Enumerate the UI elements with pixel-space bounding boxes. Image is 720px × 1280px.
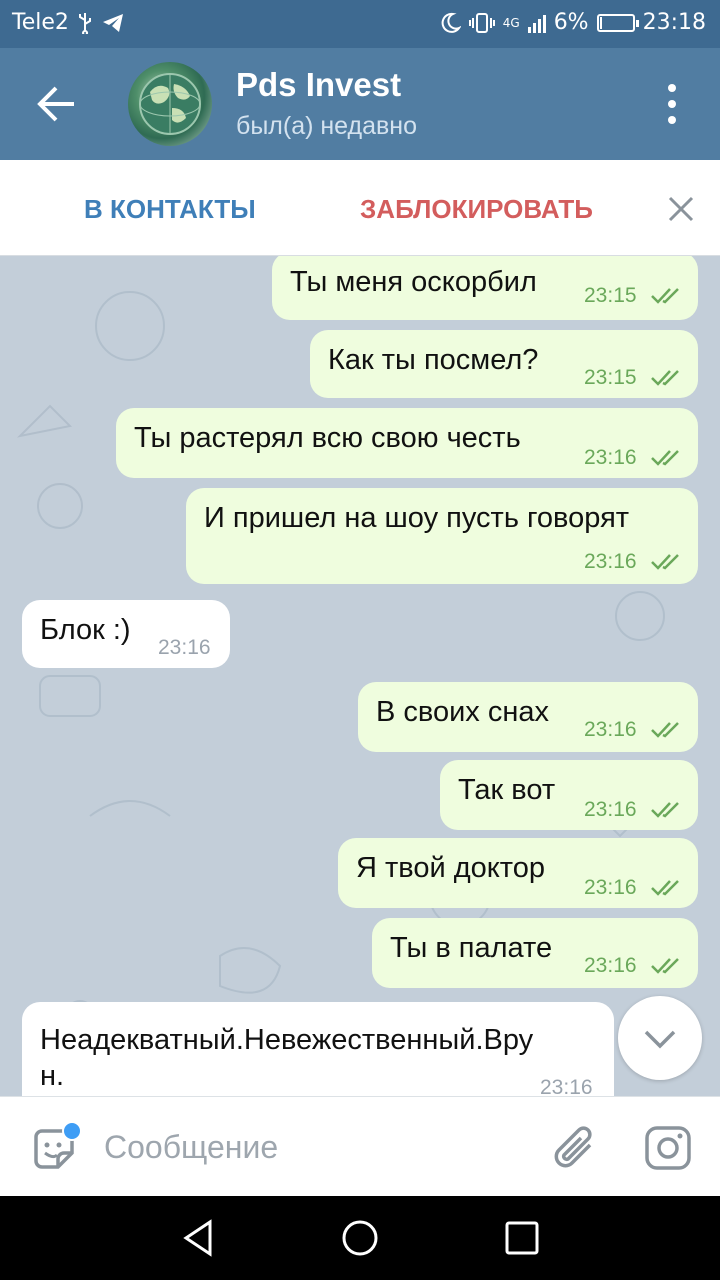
message-bubble[interactable]: Ты растерял всю свою честь 23:16 [116, 408, 698, 478]
clock: 23:18 [642, 10, 706, 35]
message-bubble[interactable]: В своих снах 23:16 [358, 682, 698, 752]
nav-recents-icon[interactable] [502, 1218, 542, 1258]
message-time: 23:16 [584, 550, 637, 573]
chat-area[interactable]: Ты меня оскорбил 23:15 Как ты посмел? 23… [0, 256, 720, 1096]
message-text: И пришел на шоу пусть говорят [204, 502, 630, 534]
status-left: Tele2 [12, 10, 125, 35]
message-bubble[interactable]: Ты в палате 23:16 [372, 918, 698, 988]
carrier-label: Tele2 [12, 10, 69, 35]
chat-status: был(а) недавно [236, 112, 418, 140]
message-time: 23:16 [584, 798, 637, 821]
message-bubble[interactable]: Так вот 23:16 [440, 760, 698, 830]
chevron-down-icon [644, 1030, 676, 1049]
battery-icon [596, 13, 639, 32]
message-bubble[interactable]: Блок :) 23:16 [22, 600, 230, 668]
attach-icon[interactable] [552, 1123, 600, 1173]
message-time: 23:16 [158, 636, 211, 659]
double-check-icon [651, 880, 679, 896]
nav-home-icon[interactable] [340, 1218, 380, 1258]
moon-icon [441, 12, 461, 33]
message-bubble[interactable]: Неадекватный.Невежественный.Вру н. 23:16 [22, 1002, 614, 1096]
telegram-icon [102, 13, 123, 32]
add-contact-button[interactable]: В КОНТАКТЫ [84, 194, 256, 225]
usb-icon [78, 12, 91, 34]
status-right: 4G 6% 23:18 [439, 10, 706, 35]
message-text: Ты меня оскорбил [290, 266, 537, 298]
vibrate-icon [468, 12, 495, 33]
message-bubble[interactable]: Я твой доктор 23:16 [338, 838, 698, 908]
network-label: 4G [502, 15, 520, 30]
camera-icon[interactable] [644, 1125, 692, 1171]
message-time: 23:15 [584, 284, 637, 307]
message-text: Блок :) [40, 614, 131, 646]
signal-icon [527, 13, 546, 33]
double-check-icon [651, 288, 679, 304]
close-icon[interactable] [664, 192, 698, 226]
block-button[interactable]: ЗАБЛОКИРОВАТЬ [360, 194, 593, 225]
message-time: 23:16 [584, 718, 637, 741]
message-time: 23:16 [540, 1076, 593, 1096]
double-check-icon [651, 370, 679, 386]
message-bubble[interactable]: Как ты посмел? 23:15 [310, 330, 698, 398]
double-check-icon [651, 802, 679, 818]
message-time: 23:16 [584, 876, 637, 899]
message-bubble[interactable]: Ты меня оскорбил 23:15 [272, 256, 698, 320]
double-check-icon [651, 450, 679, 466]
message-text-line-1: Неадекватный.Невежественный.Вру [40, 1024, 534, 1056]
status-bar: Tele2 4G 6% 23:18 [0, 0, 720, 48]
message-text: Так вот [458, 774, 556, 806]
chat-title[interactable]: Pds Invest [236, 66, 401, 104]
message-time: 23:16 [584, 954, 637, 977]
double-check-icon [651, 554, 679, 570]
scroll-down-button[interactable] [618, 996, 702, 1080]
more-vert-icon[interactable] [660, 84, 684, 124]
message-text: В своих снах [376, 696, 550, 728]
message-text: Ты растерял всю свою честь [134, 422, 521, 454]
message-text: Я твой доктор [356, 852, 546, 884]
double-check-icon [651, 958, 679, 974]
message-text-line-2: н. [40, 1060, 65, 1092]
message-text: Как ты посмел? [328, 344, 539, 376]
message-time: 23:16 [584, 446, 637, 469]
chat-header: Pds Invest был(а) недавно [0, 48, 720, 160]
avatar[interactable] [128, 62, 212, 146]
message-input-bar: Сообщение [0, 1096, 720, 1196]
sticker-badge [62, 1121, 82, 1141]
message-text: Ты в палате [390, 932, 553, 964]
message-time: 23:15 [584, 366, 637, 389]
message-bubble[interactable]: И пришел на шоу пусть говорят 23:16 [186, 488, 698, 584]
battery-percent: 6% [553, 10, 589, 35]
action-bar: В КОНТАКТЫ ЗАБЛОКИРОВАТЬ [0, 160, 720, 256]
message-input[interactable]: Сообщение [104, 1129, 278, 1166]
nav-back-icon[interactable] [180, 1218, 220, 1258]
battery-fill [599, 16, 602, 29]
system-nav-bar [0, 1196, 720, 1280]
back-arrow-icon[interactable] [34, 84, 78, 124]
double-check-icon [651, 722, 679, 738]
globe-icon [139, 73, 201, 135]
